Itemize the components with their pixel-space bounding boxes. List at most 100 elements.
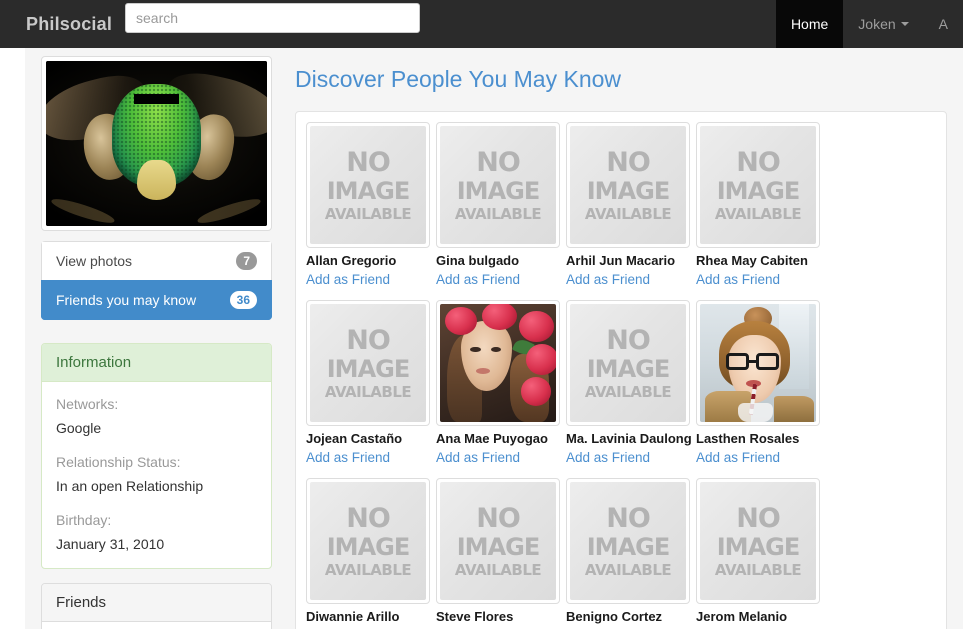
nav-item-home-label: Home — [790, 16, 829, 32]
left-sidebar: View photos 7 Friends you may know 36 In… — [41, 56, 272, 629]
bee-clypeus — [136, 160, 177, 200]
brand-logo[interactable]: Philsocial — [26, 0, 112, 48]
placeholder-line-1: NO — [346, 146, 391, 178]
birthday-label: Birthday: — [56, 512, 112, 528]
person-thumbnail[interactable] — [696, 300, 820, 427]
placeholder-line-2: IMAGE — [326, 532, 410, 561]
person-photo: NO IMAGE AVAILABLE — [440, 482, 556, 601]
person-card: NO IMAGE AVAILABLE Jojean Castaño Add as… — [306, 300, 436, 474]
placeholder-line-2: IMAGE — [586, 176, 670, 205]
person-thumbnail[interactable]: NO IMAGE AVAILABLE — [566, 300, 690, 427]
placeholder-line-1: NO — [606, 324, 651, 356]
information-panel: Information Networks: Google Relationshi… — [41, 343, 272, 569]
placeholder-line-2: IMAGE — [586, 532, 670, 561]
nav-item-home[interactable]: Home — [775, 0, 844, 48]
bee-ocelli — [134, 94, 179, 104]
search-input[interactable] — [125, 3, 420, 33]
sidebar-item-view-photos-label: View photos — [56, 253, 133, 269]
person-card: NO IMAGE AVAILABLE Rhea May Cabiten Add … — [696, 122, 826, 296]
placeholder-line-2: IMAGE — [716, 532, 800, 561]
add-as-friend-link[interactable]: Add as Friend — [566, 271, 650, 289]
person-photo — [440, 304, 556, 423]
person-thumbnail[interactable]: NO IMAGE AVAILABLE — [306, 122, 430, 248]
person-card: NO IMAGE AVAILABLE Diwannie Arillo Add a… — [306, 478, 436, 629]
eyeglasses-lens-left — [725, 352, 749, 371]
nav-item-account-label: A — [938, 16, 948, 32]
add-as-friend-link[interactable]: Add as Friend — [696, 449, 780, 467]
person-name: Allan Gregorio — [306, 253, 397, 268]
eyeglasses-lens-right — [755, 352, 779, 371]
person-name: Jojean Castaño — [306, 431, 403, 447]
nav-item-joken[interactable]: Joken — [843, 0, 923, 48]
no-image-placeholder: NO IMAGE AVAILABLE — [700, 126, 816, 244]
profile-photo-frame — [41, 56, 272, 231]
person-card: NO IMAGE AVAILABLE Arhil Jun Macario Add… — [566, 122, 696, 296]
information-panel-body: Networks: Google Relationship Status: In… — [42, 382, 271, 568]
placeholder-line-2: IMAGE — [326, 354, 410, 383]
placeholder-line-1: NO — [736, 146, 781, 178]
rose-flower — [481, 304, 517, 331]
no-image-placeholder: NO IMAGE AVAILABLE — [440, 126, 556, 244]
placeholder-line-2: IMAGE — [326, 176, 410, 205]
placeholder-line-1: NO — [346, 502, 391, 534]
profile-photo[interactable] — [46, 61, 267, 226]
sidebar-item-view-photos[interactable]: View photos 7 — [41, 241, 272, 280]
add-as-friend-link[interactable]: Add as Friend — [566, 449, 650, 467]
no-image-placeholder: NO IMAGE AVAILABLE — [440, 482, 556, 601]
rose-flower — [525, 344, 556, 375]
person-thumbnail[interactable]: NO IMAGE AVAILABLE — [436, 122, 560, 248]
view-photos-badge: 7 — [236, 252, 257, 270]
sidebar-list-group: View photos 7 Friends you may know 36 — [41, 241, 272, 320]
person-photo: NO IMAGE AVAILABLE — [700, 482, 816, 601]
placeholder-line-1: NO — [346, 324, 391, 356]
rose-crown-photo-art — [440, 304, 556, 423]
glasses-girl-photo-art — [700, 304, 816, 423]
person-thumbnail[interactable]: NO IMAGE AVAILABLE — [306, 300, 430, 427]
people-panel: NO IMAGE AVAILABLE Allan Gregorio Add as… — [295, 111, 947, 629]
person-photo: NO IMAGE AVAILABLE — [570, 482, 686, 601]
friends-panel-body — [42, 622, 271, 629]
person-thumbnail[interactable]: NO IMAGE AVAILABLE — [306, 478, 430, 605]
friends-panel-title: Friends — [42, 584, 271, 622]
chevron-down-icon — [900, 22, 909, 26]
page-title: Discover People You May Know — [295, 66, 622, 92]
person-name: Arhil Jun Macario — [566, 253, 676, 268]
person-thumbnail[interactable]: NO IMAGE AVAILABLE — [436, 478, 560, 605]
placeholder-line-3: AVAILABLE — [714, 204, 802, 223]
navbar-links: Home Joken A — [775, 0, 963, 48]
person-name: Jerom Melanio — [696, 609, 788, 625]
placeholder-line-3: AVAILABLE — [324, 560, 412, 579]
placeholder-line-1: NO — [606, 502, 651, 534]
person-thumbnail[interactable]: NO IMAGE AVAILABLE — [566, 122, 690, 248]
relationship-status-label: Relationship Status: — [56, 454, 181, 470]
person-card: NO IMAGE AVAILABLE Allan Gregorio Add as… — [306, 122, 436, 296]
friends-you-may-know-badge: 36 — [229, 291, 257, 309]
person-thumbnail[interactable]: NO IMAGE AVAILABLE — [696, 478, 820, 605]
person-card: Lasthen Rosales Add as Friend — [696, 300, 826, 474]
person-thumbnail[interactable] — [436, 300, 560, 427]
add-as-friend-link[interactable]: Add as Friend — [696, 271, 780, 289]
placeholder-line-1: NO — [476, 146, 521, 178]
add-as-friend-link[interactable]: Add as Friend — [306, 449, 390, 467]
add-as-friend-link[interactable]: Add as Friend — [436, 271, 520, 289]
main-content: Discover People You May Know NO IMAGE AV… — [295, 66, 947, 629]
person-photo: NO IMAGE AVAILABLE — [440, 126, 556, 244]
nav-item-joken-label: Joken — [858, 16, 896, 32]
person-thumbnail[interactable]: NO IMAGE AVAILABLE — [696, 122, 820, 248]
add-as-friend-link[interactable]: Add as Friend — [306, 271, 390, 289]
sidebar-item-friends-you-may-know[interactable]: Friends you may know 36 — [41, 280, 272, 320]
person-name: Ma. Lavinia Daulong — [566, 431, 692, 447]
person-photo: NO IMAGE AVAILABLE — [310, 482, 426, 601]
placeholder-line-3: AVAILABLE — [584, 560, 672, 579]
person-thumbnail[interactable]: NO IMAGE AVAILABLE — [566, 478, 690, 605]
add-as-friend-link[interactable]: Add as Friend — [436, 449, 520, 467]
person-name: Gina bulgado — [436, 253, 520, 268]
sidebar-item-friends-you-may-know-label: Friends you may know — [56, 292, 197, 308]
person-photo — [700, 304, 816, 423]
bee-photo-art — [46, 61, 267, 226]
nav-item-account[interactable]: A — [924, 0, 963, 48]
placeholder-line-3: AVAILABLE — [454, 560, 542, 579]
no-image-placeholder: NO IMAGE AVAILABLE — [700, 482, 816, 601]
top-navbar: Philsocial Home Joken A — [0, 0, 963, 48]
placeholder-line-2: IMAGE — [456, 176, 540, 205]
